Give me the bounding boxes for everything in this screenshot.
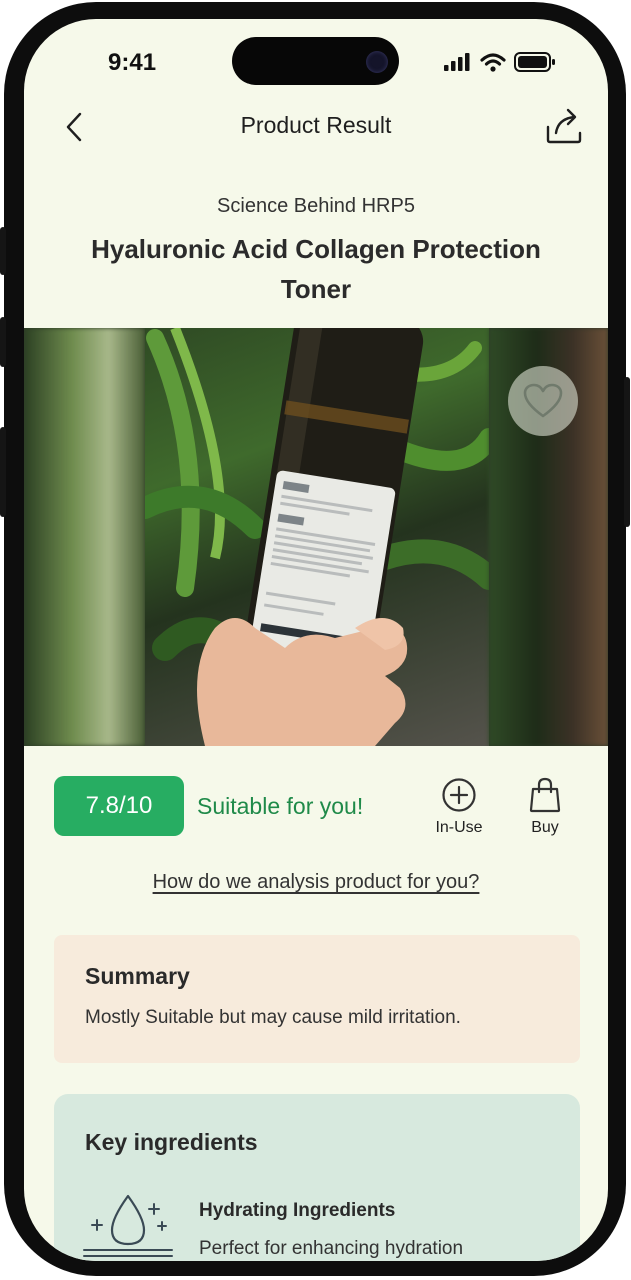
action-button: [0, 227, 6, 275]
summary-card: Summary Mostly Suitable but may cause mi…: [54, 935, 580, 1063]
volume-down-button: [0, 427, 6, 517]
page-title: Product Result: [240, 112, 392, 138]
in-use-label: In-Use: [435, 819, 483, 836]
product-name: Hyaluronic Acid Collagen Protection Tone…: [91, 234, 541, 304]
shopping-bag-icon: [529, 777, 561, 813]
carousel-prev-image[interactable]: [24, 328, 145, 746]
status-time: 9:41: [108, 49, 157, 76]
summary-text: Mostly Suitable but may cause mild irrit…: [85, 1007, 461, 1028]
favorite-button[interactable]: [508, 366, 578, 436]
product-photo-art: [134, 328, 501, 746]
analysis-info-link[interactable]: How do we analysis product for you?: [24, 871, 608, 894]
summary-heading: Summary: [85, 963, 190, 989]
product-subtitle: Science Behind HRP5: [217, 195, 415, 217]
share-icon: [546, 108, 582, 144]
volume-up-button: [0, 317, 6, 367]
buy-label: Buy: [531, 819, 559, 836]
camera-icon: [366, 51, 388, 73]
key-ingredients-heading: Key ingredients: [85, 1129, 258, 1155]
buy-button[interactable]: Buy: [505, 777, 585, 837]
analysis-link-text: How do we analysis product for you?: [152, 871, 480, 893]
status-icons: [444, 52, 556, 72]
app-screen: 9:41 Product Result Science Behind HRP5 …: [24, 19, 608, 1261]
key-ingredients-card: Key ingredients Hydrating Ingredients Pe…: [54, 1094, 580, 1261]
wifi-icon: [480, 52, 506, 72]
battery-icon: [514, 52, 555, 72]
product-photo: [134, 328, 501, 746]
suitability-verdict: Suitable for you!: [197, 793, 364, 819]
signal-icon: [444, 53, 470, 71]
product-image-carousel[interactable]: [24, 328, 608, 746]
share-button[interactable]: [544, 105, 584, 145]
score-badge: 7.8/10: [54, 776, 184, 836]
water-drop-sparkle-icon: [82, 1190, 174, 1260]
ingredient-description: Perfect for enhancing hydration: [199, 1238, 464, 1259]
ingredient-name: Hydrating Ingredients: [199, 1200, 396, 1221]
in-use-button[interactable]: In-Use: [419, 777, 499, 837]
plus-circle-icon: [442, 778, 476, 812]
heart-icon: [523, 383, 563, 418]
power-button: [624, 377, 630, 527]
